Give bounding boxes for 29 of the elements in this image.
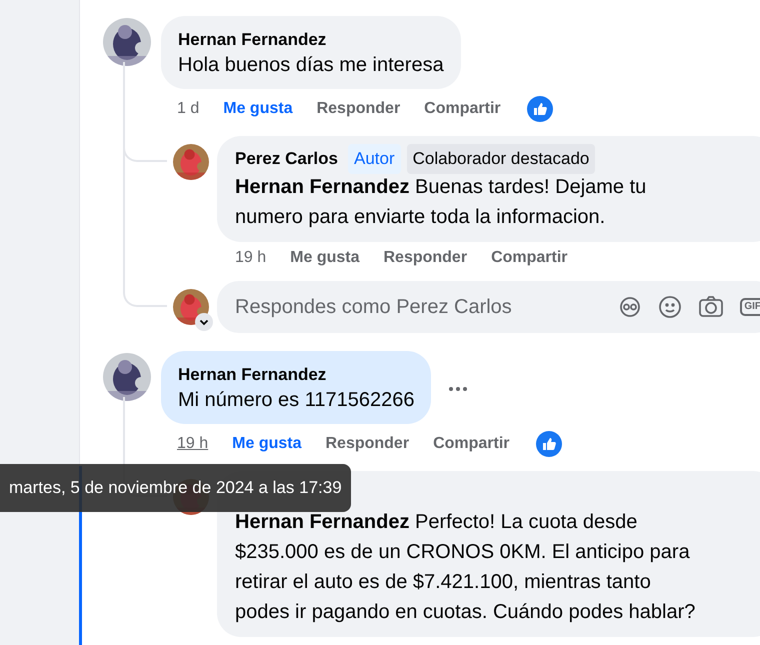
reply-button[interactable]: Responder — [316, 97, 400, 121]
author-badge: Autor — [348, 144, 401, 174]
camera-icon[interactable] — [698, 295, 724, 319]
emoji-icon[interactable] — [658, 295, 682, 319]
reply-text: Hernan Fernandez Buenas tardes! Dejame tu numero para enviarte toda la informacion. — [235, 175, 648, 230]
author-name[interactable]: Hernan Fernandez — [178, 364, 414, 386]
timestamp-link[interactable]: 19 h — [177, 432, 208, 456]
like-button[interactable]: Me gusta — [290, 246, 360, 270]
reply-text: Hernan Fernandez Perfecto! La cuota desde $235.000 es de un CRONOS 0KM. El anticipo para retirar el auto es de $7.421.100, mientras tanto podes ir pagando en cuotas. Cuándo podes hablar? — [235, 510, 696, 625]
comment-text: Hola buenos días me interesa — [178, 53, 444, 78]
thumbs-up-icon — [536, 431, 562, 457]
author-name[interactable]: Perez Carlos — [235, 146, 338, 172]
comment-text: Mi número es 1171562266 — [178, 388, 414, 413]
chevron-down-icon[interactable] — [195, 313, 213, 331]
author-name[interactable]: Hernan Fernandez — [178, 29, 444, 51]
reply-button[interactable]: Responder — [383, 246, 468, 270]
timestamp-link[interactable]: 1 d — [177, 97, 200, 121]
thumbs-up-icon — [526, 96, 553, 122]
contributor-badge: Colaborador destacado — [406, 144, 596, 174]
date-tooltip: martes, 5 de noviembre de 2024 a las 17:39 — [0, 464, 351, 512]
timestamp-link[interactable]: 19 h — [235, 246, 266, 270]
share-button[interactable]: Compartir — [424, 97, 501, 121]
sticker-face-icon[interactable] — [618, 295, 642, 319]
share-button[interactable]: Compartir — [491, 246, 568, 270]
like-button[interactable]: Me gusta — [223, 97, 293, 121]
like-button[interactable]: Me gusta — [232, 432, 302, 456]
reply-button[interactable]: Responder — [325, 432, 410, 456]
more-options-icon[interactable] — [449, 386, 468, 390]
share-button[interactable]: Compartir — [433, 432, 510, 456]
